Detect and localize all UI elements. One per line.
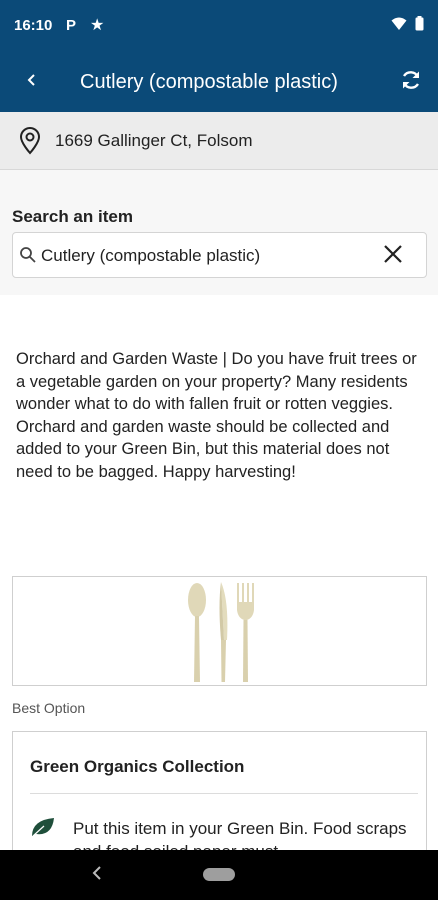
- clear-search-button[interactable]: [380, 243, 406, 269]
- option-title: Green Organics Collection: [30, 757, 245, 776]
- search-input-value: Cutlery (compostable plastic): [41, 246, 261, 265]
- search-input[interactable]: Cutlery (compostable plastic): [12, 232, 427, 278]
- back-button[interactable]: [16, 66, 48, 98]
- info-text: Orchard and Garden Waste | Do you have f…: [16, 350, 417, 481]
- system-navigation-bar: [0, 850, 438, 900]
- search-section: Search an item Cutlery (compostable plas…: [0, 170, 438, 295]
- parking-notification-icon: P: [66, 17, 77, 34]
- refresh-button[interactable]: [396, 67, 426, 97]
- wifi-icon: [391, 17, 407, 36]
- back-arrow-icon: [26, 72, 38, 93]
- item-image: [12, 576, 427, 686]
- nav-back-icon: [92, 865, 102, 886]
- app-bar: Cutlery (compostable plastic): [0, 54, 438, 112]
- best-option-label: Best Option: [12, 700, 86, 716]
- address-text: 1669 Gallinger Ct, Folsom: [55, 131, 253, 150]
- battery-icon: [415, 16, 424, 36]
- cutlery-image: [188, 582, 254, 682]
- address-bar[interactable]: 1669 Gallinger Ct, Folsom: [0, 112, 438, 170]
- nav-back-button[interactable]: [88, 864, 106, 886]
- search-label: Search an item: [12, 207, 133, 226]
- search-icon: [19, 246, 37, 269]
- divider: [30, 793, 418, 794]
- status-bar: 16:10 P ★: [0, 0, 438, 54]
- star-icon: ★: [90, 17, 105, 34]
- refresh-icon: [399, 68, 423, 97]
- page-title: Cutlery (compostable plastic): [80, 71, 338, 93]
- location-pin-icon: [18, 127, 42, 160]
- status-indicators: [391, 16, 424, 36]
- leaf-icon: [30, 816, 56, 843]
- nav-home-pill[interactable]: [203, 868, 235, 881]
- close-icon: [384, 244, 402, 268]
- status-time: 16:10: [14, 17, 53, 34]
